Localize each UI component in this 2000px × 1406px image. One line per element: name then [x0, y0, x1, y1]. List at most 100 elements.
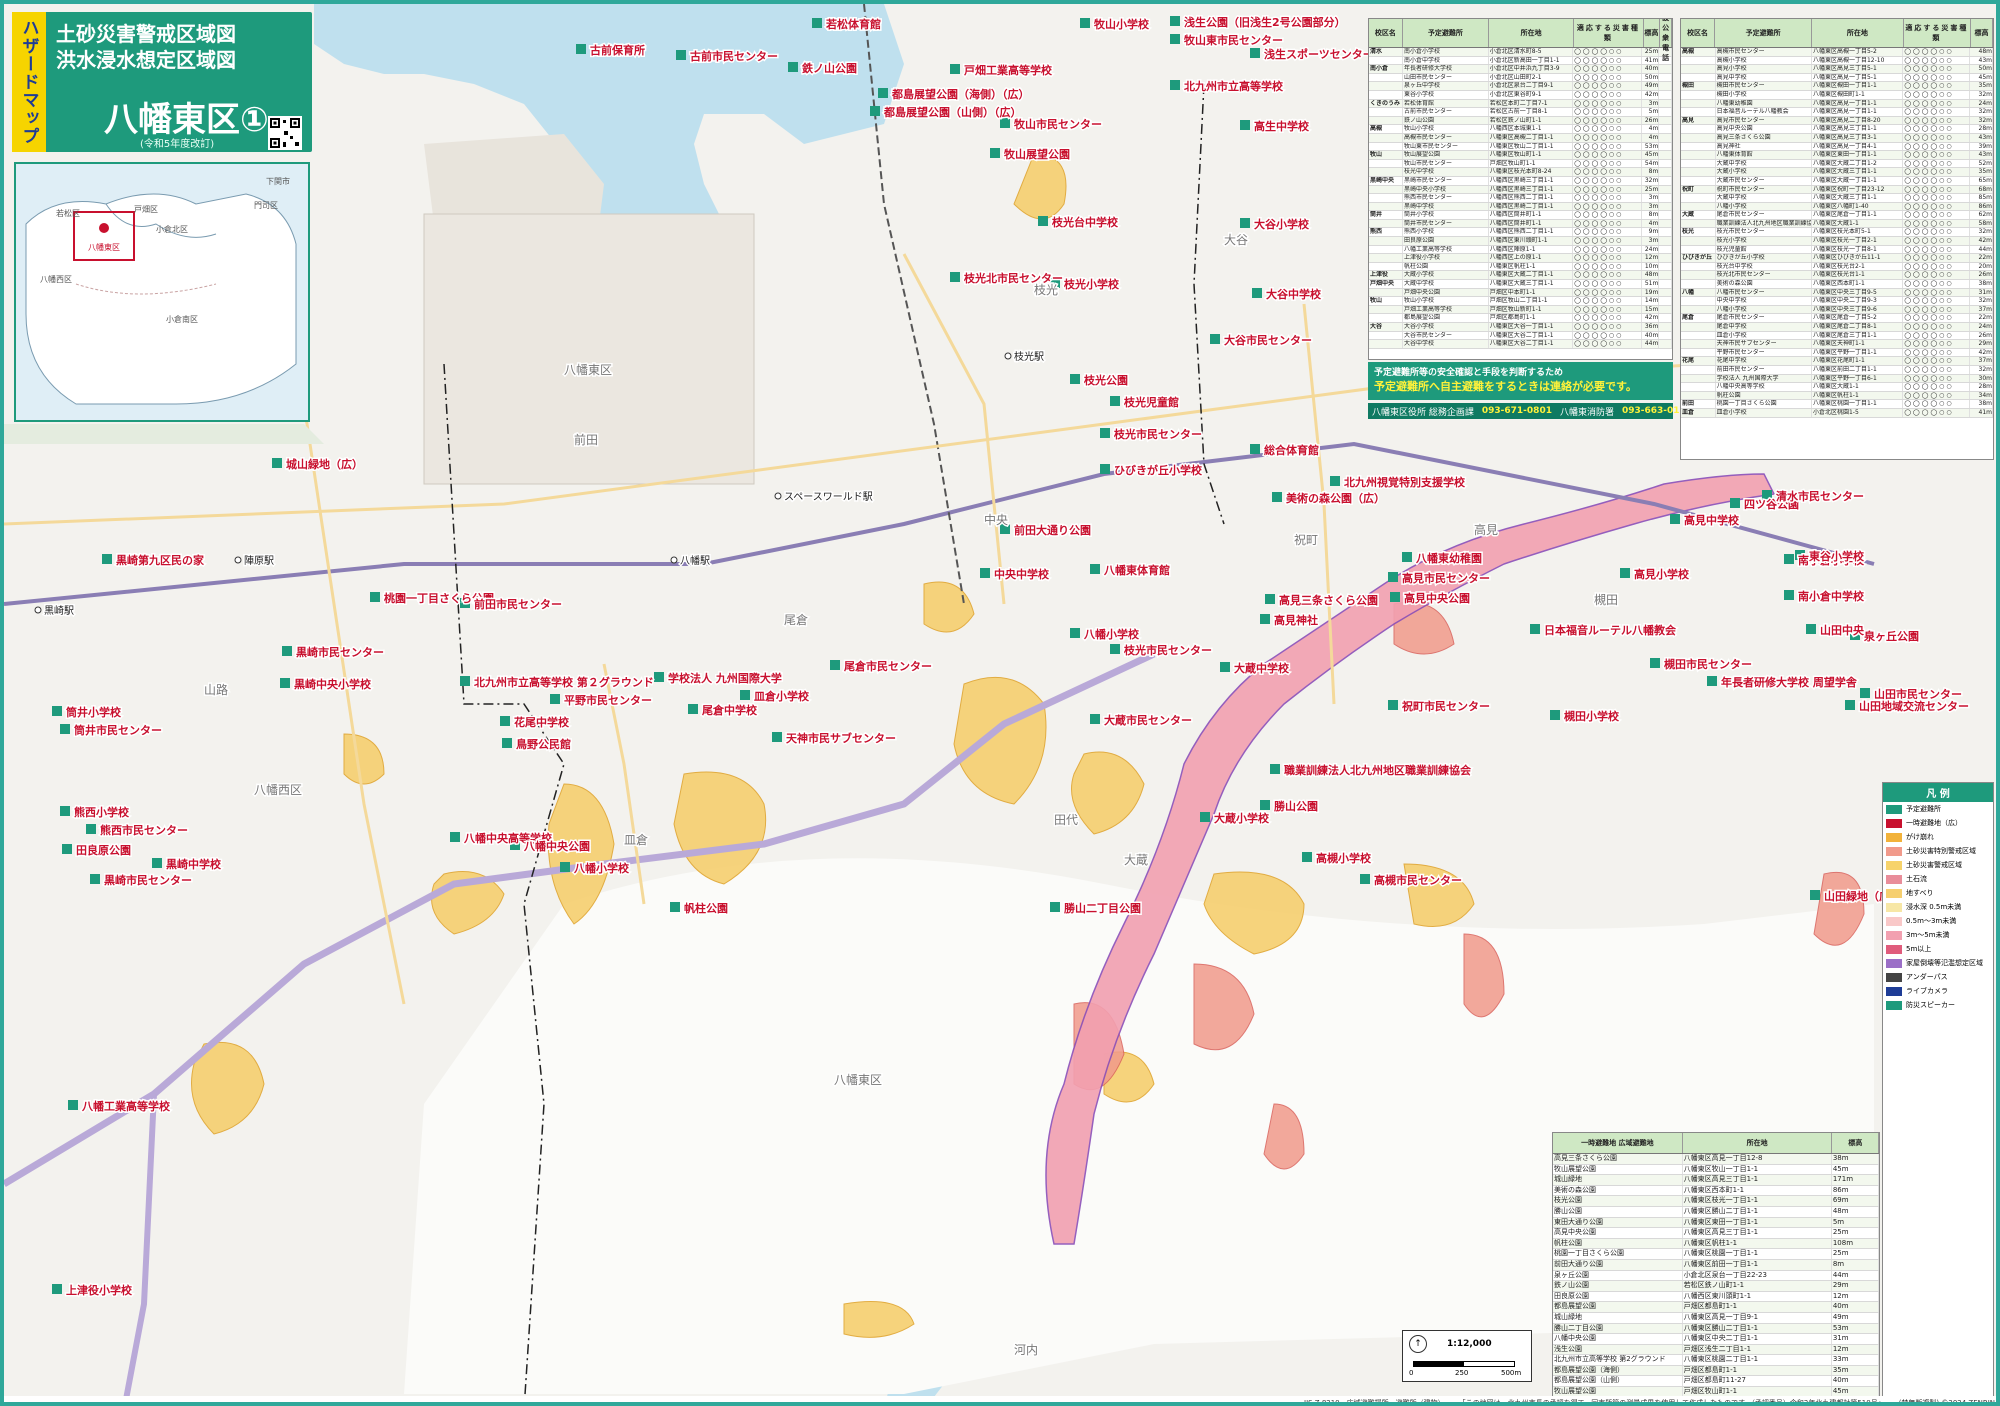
shelter-marker-icon[interactable]	[1707, 676, 1717, 686]
shelter-marker-icon[interactable]	[370, 592, 380, 602]
shelter-marker-icon[interactable]	[550, 694, 560, 704]
shelter-marker-icon[interactable]	[1260, 614, 1270, 624]
shelter-marker-icon[interactable]	[1550, 710, 1560, 720]
shelter-marker-icon[interactable]	[1050, 902, 1060, 912]
shelter-marker-icon[interactable]	[282, 646, 292, 656]
shelter-marker-icon[interactable]	[60, 724, 70, 734]
shelter-marker-icon[interactable]	[1402, 552, 1412, 562]
shelter-marker-icon[interactable]	[102, 554, 112, 564]
shelter-marker-icon[interactable]	[62, 844, 72, 854]
shelter-marker-icon[interactable]	[1784, 554, 1794, 564]
shelter-marker-icon[interactable]	[1210, 334, 1220, 344]
shelter-marker-icon[interactable]	[1090, 714, 1100, 724]
shelter-marker-icon[interactable]	[670, 902, 680, 912]
shelter-marker-icon[interactable]	[1170, 16, 1180, 26]
shelter-right-cell: 31m	[1970, 288, 1993, 297]
shelter-marker-icon[interactable]	[1170, 34, 1180, 44]
shelter-marker-icon[interactable]	[1240, 218, 1250, 228]
shelter-marker-icon[interactable]	[1100, 464, 1110, 474]
shelter-marker-icon[interactable]	[1806, 624, 1816, 634]
shelter-marker-icon[interactable]	[576, 44, 586, 54]
shelter-marker-icon[interactable]	[990, 148, 1000, 158]
shelter-marker-icon[interactable]	[1000, 118, 1010, 128]
shelter-marker-icon[interactable]	[280, 678, 290, 688]
shelter-marker-icon[interactable]	[1250, 444, 1260, 454]
shelter-marker-icon[interactable]	[1670, 514, 1680, 524]
shelter-marker-icon[interactable]	[1250, 48, 1260, 58]
station-icon[interactable]	[774, 492, 782, 500]
shelter-marker-icon[interactable]	[90, 874, 100, 884]
shelter-marker-icon[interactable]	[500, 716, 510, 726]
shelter-marker-icon[interactable]	[1038, 216, 1048, 226]
shelter-marker-icon[interactable]	[740, 690, 750, 700]
shelter-marker-icon[interactable]	[1080, 18, 1090, 28]
shelter-marker-icon[interactable]	[878, 88, 888, 98]
shelter-marker-icon[interactable]	[1100, 428, 1110, 438]
shelter-right-cell: 八幡東区高見三丁目3-1	[1812, 133, 1904, 142]
col-shelter: 予定避難所	[1715, 19, 1813, 47]
shelter-marker-icon[interactable]	[460, 676, 470, 686]
station-icon[interactable]	[34, 606, 42, 614]
shelter-marker-icon[interactable]	[788, 62, 798, 72]
shelter-marker-icon[interactable]	[812, 18, 822, 28]
qr-code-icon[interactable]	[268, 116, 302, 150]
shelter-marker-icon[interactable]	[1784, 590, 1794, 600]
shelter-marker-icon[interactable]	[68, 1100, 78, 1110]
shelter-marker-icon[interactable]	[1388, 700, 1398, 710]
shelter-marker-icon[interactable]	[654, 672, 664, 682]
shelter-marker-icon[interactable]	[1530, 624, 1540, 634]
shelter-marker-icon[interactable]	[1220, 662, 1230, 672]
shelter-marker-icon[interactable]	[950, 272, 960, 282]
station-icon[interactable]	[234, 556, 242, 564]
shelter-marker-icon[interactable]	[60, 806, 70, 816]
shelter-marker-icon[interactable]	[1260, 800, 1270, 810]
shelter-left-cell: ◯◯◯◯○○	[1573, 73, 1643, 82]
shelter-marker-icon[interactable]	[1272, 492, 1282, 502]
shelter-right-cell: 前田市民センター	[1716, 365, 1812, 374]
contact-office-tel[interactable]: 093-671-0801	[1482, 406, 1552, 416]
shelter-marker-icon[interactable]	[676, 50, 686, 60]
shelter-marker-icon[interactable]	[272, 458, 282, 468]
shelter-marker-icon[interactable]	[870, 106, 880, 116]
shelter-marker-icon[interactable]	[1620, 568, 1630, 578]
shelter-marker-icon[interactable]	[1360, 874, 1370, 884]
shelter-marker-icon[interactable]	[1730, 498, 1740, 508]
shelter-marker-icon[interactable]	[1170, 80, 1180, 90]
shelter-marker-icon[interactable]	[450, 832, 460, 842]
legend-item: ライブカメラ	[1883, 984, 1993, 998]
shelter-marker-icon[interactable]	[1200, 812, 1210, 822]
shelter-marker-icon[interactable]	[1090, 564, 1100, 574]
shelter-left-cell: ◯◯◯◯○○	[1573, 65, 1643, 73]
shelter-marker-icon[interactable]	[1302, 852, 1312, 862]
shelter-marker-icon[interactable]	[86, 824, 96, 834]
shelter-marker-icon[interactable]	[1810, 890, 1820, 900]
shelter-marker-icon[interactable]	[1110, 396, 1120, 406]
evacuation-ground-row: 都島展望公園（海側） 戸畑区都島町1-1 35m	[1553, 1365, 1879, 1377]
shelter-marker-icon[interactable]	[830, 660, 840, 670]
shelter-marker-icon[interactable]	[950, 64, 960, 74]
shelter-marker-icon[interactable]	[980, 568, 990, 578]
shelter-marker-icon[interactable]	[52, 706, 62, 716]
shelter-marker-icon[interactable]	[1240, 120, 1250, 130]
shelter-marker-icon[interactable]	[152, 858, 162, 868]
shelter-marker-icon[interactable]	[1070, 374, 1080, 384]
shelter-marker-icon[interactable]	[1252, 288, 1262, 298]
shelter-marker-icon[interactable]	[688, 704, 698, 714]
shelter-marker-icon[interactable]	[1845, 700, 1855, 710]
shelter-marker-icon[interactable]	[772, 732, 782, 742]
shelter-marker-icon[interactable]	[1110, 644, 1120, 654]
shelter-marker-icon[interactable]	[1270, 764, 1280, 774]
station-icon[interactable]	[670, 556, 678, 564]
shelter-marker-icon[interactable]	[560, 862, 570, 872]
shelter-marker-icon[interactable]	[1390, 592, 1400, 602]
shelter-marker-icon[interactable]	[1650, 658, 1660, 668]
shelter-marker-icon[interactable]	[52, 1284, 62, 1294]
shelter-marker-icon[interactable]	[1265, 594, 1275, 604]
station-icon[interactable]	[1004, 352, 1012, 360]
shelter-marker-icon[interactable]	[1070, 628, 1080, 638]
shelter-marker-icon[interactable]	[1388, 572, 1398, 582]
shelter-marker-icon[interactable]	[1330, 476, 1340, 486]
shelter-marker-icon[interactable]	[502, 738, 512, 748]
shelter-right-cell: 前田	[1681, 400, 1716, 408]
shelter-marker-icon[interactable]	[1860, 688, 1870, 698]
